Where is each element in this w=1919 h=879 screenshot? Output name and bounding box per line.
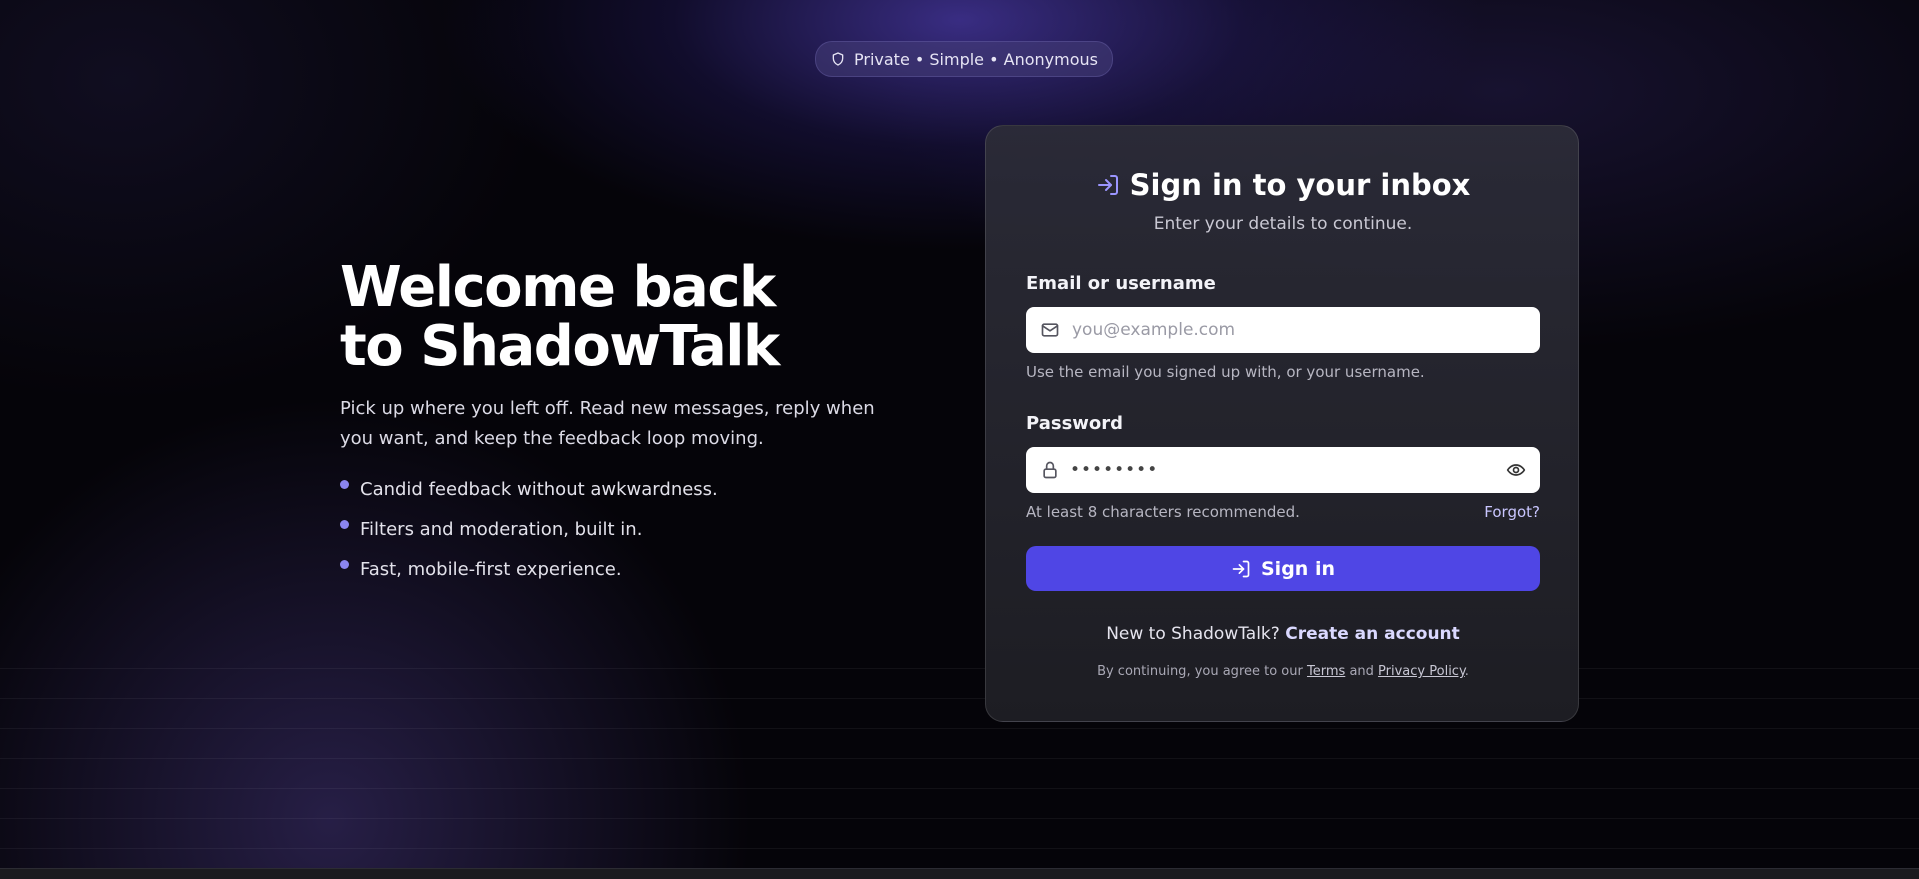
legal-notice: By continuing, you agree to our Terms an… <box>1026 664 1540 679</box>
feature-text: Filters and moderation, built in. <box>360 519 643 540</box>
forgot-password-link[interactable]: Forgot? <box>1484 503 1540 521</box>
signup-prompt: New to ShadowTalk? Create an account <box>1026 624 1540 644</box>
feature-item: Filters and moderation, built in. <box>340 518 940 542</box>
feature-text: Candid feedback without awkwardness. <box>360 479 718 500</box>
hero-title-line-1: Welcome back <box>340 255 776 320</box>
eye-icon[interactable] <box>1506 460 1526 480</box>
lock-icon <box>1043 461 1057 479</box>
feature-list: Candid feedback without awkwardness. Fil… <box>340 478 940 582</box>
hero-section: Welcome back to ShadowTalk Pick up where… <box>340 258 940 598</box>
privacy-badge-text: Private • Simple • Anonymous <box>854 49 1098 69</box>
background-grid-lines <box>0 668 1919 868</box>
password-label: Password <box>1026 413 1124 434</box>
signin-card: Sign in to your inbox Enter your details… <box>985 125 1579 722</box>
feature-item: Candid feedback without awkwardness. <box>340 478 940 502</box>
feature-text: Fast, mobile-first experience. <box>360 559 622 580</box>
signin-card-title: Sign in to your inbox <box>1026 168 1540 202</box>
password-field[interactable]: •••••••• <box>1026 447 1540 493</box>
password-input[interactable]: •••••••• <box>1070 460 1506 480</box>
privacy-badge: Private • Simple • Anonymous <box>815 41 1113 77</box>
shield-icon <box>832 52 844 66</box>
email-field[interactable] <box>1026 307 1540 353</box>
bottom-bar <box>0 868 1919 879</box>
signin-card-subtitle: Enter your details to continue. <box>1153 214 1413 234</box>
email-label: Email or username <box>1026 273 1216 294</box>
hero-title-line-2: to ShadowTalk <box>340 314 780 379</box>
login-arrow-icon <box>1097 175 1118 195</box>
privacy-policy-link[interactable]: Privacy Policy <box>1378 664 1465 679</box>
feature-item: Fast, mobile-first experience. <box>340 558 940 582</box>
email-hint: Use the email you signed up with, or you… <box>1026 363 1425 381</box>
password-hint: At least 8 characters recommended. <box>1026 503 1300 521</box>
signin-card-title-text: Sign in to your inbox <box>1129 168 1471 202</box>
legal-suffix: . <box>1464 664 1469 679</box>
create-account-link[interactable]: Create an account <box>1285 624 1460 644</box>
legal-prefix: By continuing, you agree to our <box>1097 664 1303 679</box>
hero-title: Welcome back to ShadowTalk <box>340 258 940 376</box>
signin-button[interactable]: Sign in <box>1026 546 1540 591</box>
mail-icon <box>1041 323 1059 337</box>
bullet-dot-icon <box>340 560 349 569</box>
signin-button-label: Sign in <box>1261 557 1335 580</box>
email-input[interactable] <box>1070 319 1526 341</box>
signup-prompt-text: New to ShadowTalk? <box>1106 624 1280 644</box>
page-background: Private • Simple • Anonymous Welcome bac… <box>0 0 1919 879</box>
login-arrow-icon <box>1232 560 1250 577</box>
hero-subtitle: Pick up where you left off. Read new mes… <box>340 398 875 449</box>
legal-and: and <box>1349 664 1374 679</box>
bullet-dot-icon <box>340 480 349 489</box>
terms-link[interactable]: Terms <box>1307 664 1345 679</box>
bullet-dot-icon <box>340 520 349 529</box>
